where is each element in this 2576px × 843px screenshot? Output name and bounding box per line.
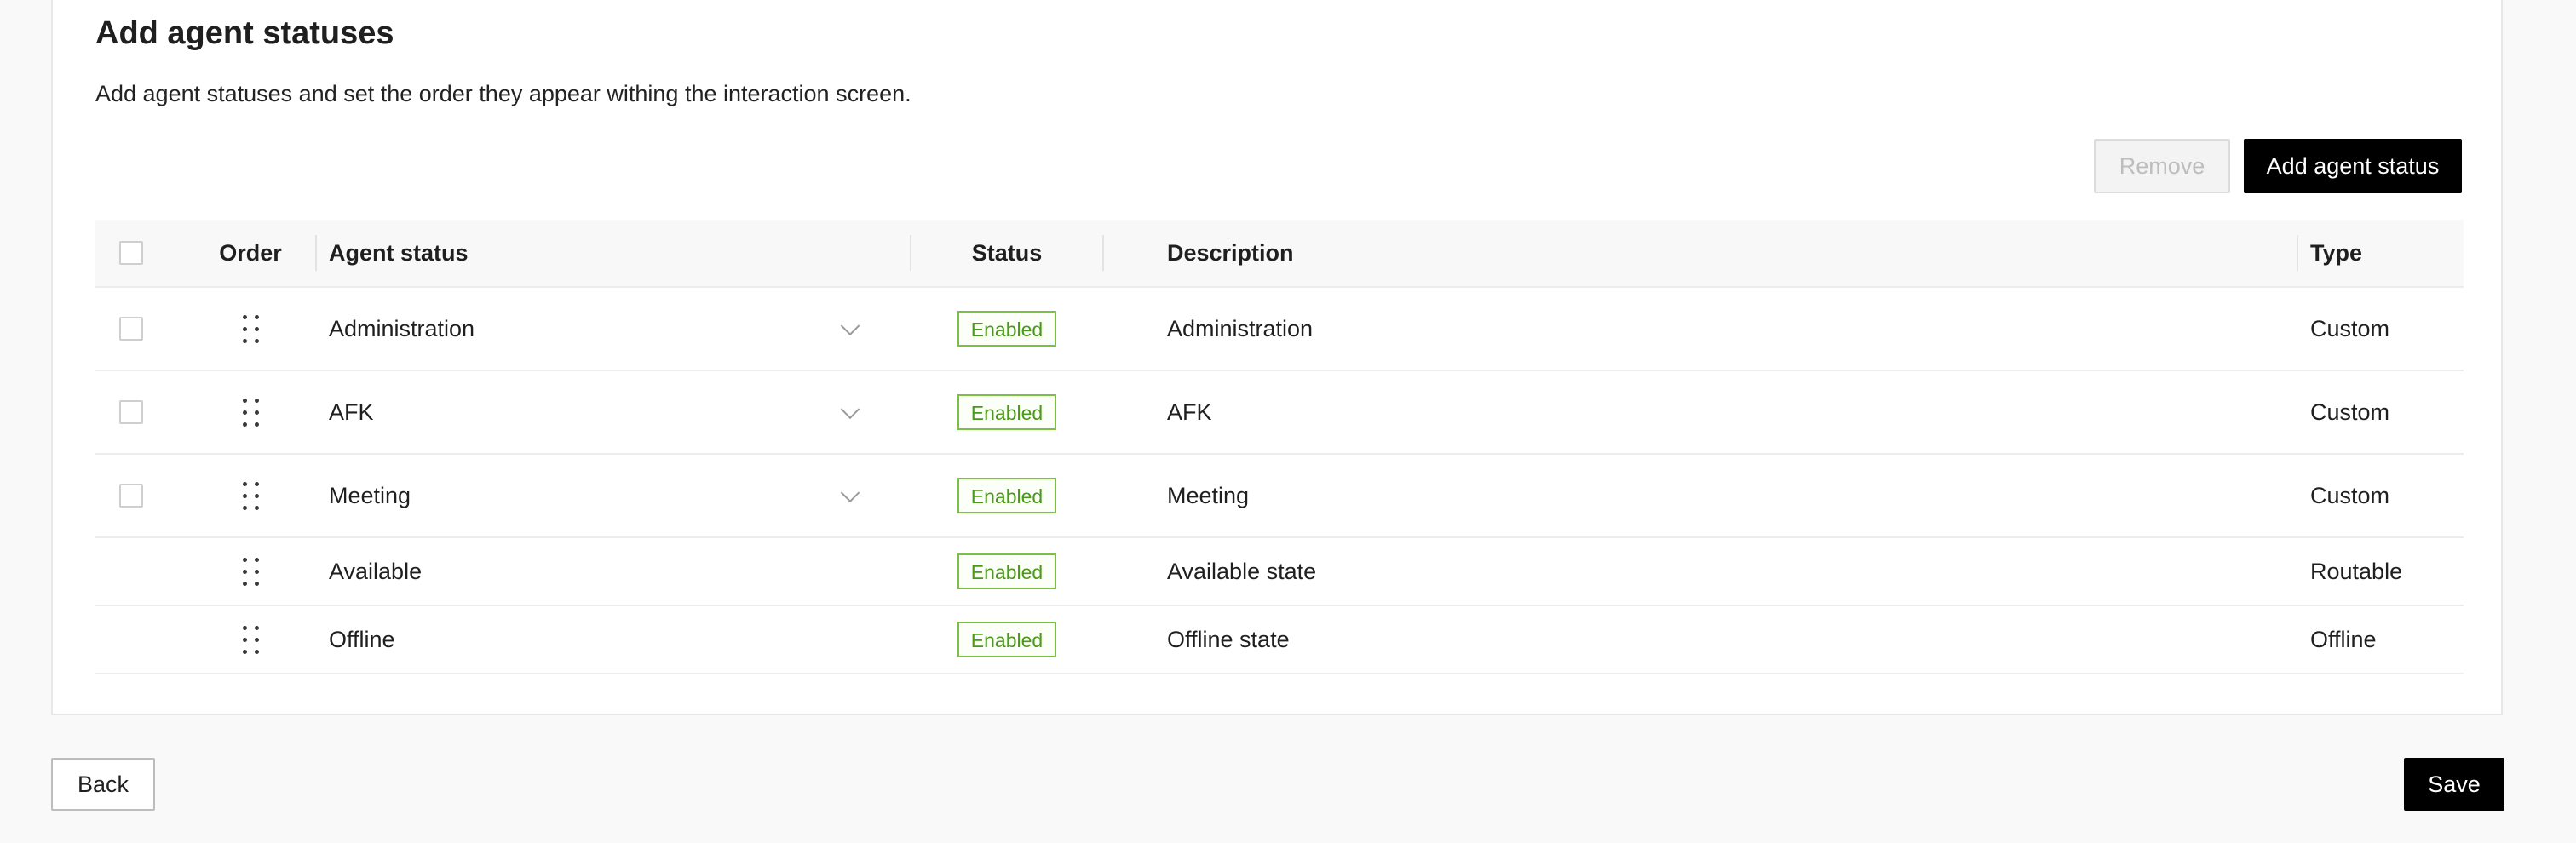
column-separator: [910, 235, 911, 271]
agent-status-name: Available: [329, 558, 423, 584]
agent-status-select[interactable]: Administration: [329, 288, 857, 370]
drag-handle-icon[interactable]: [240, 314, 261, 343]
order-cell: [204, 455, 296, 536]
agent-status-select[interactable]: Meeting: [329, 455, 857, 536]
type-cell: Custom: [2310, 482, 2390, 508]
order-cell: [204, 538, 296, 605]
drag-handle-icon[interactable]: [240, 398, 261, 427]
status-badge: Enabled: [957, 394, 1057, 430]
table-row[interactable]: Available Enabled Available state Routab…: [95, 538, 2464, 606]
row-checkbox[interactable]: [119, 400, 143, 424]
type-cell: Routable: [2310, 558, 2403, 584]
column-separator: [1102, 235, 1104, 271]
agent-status-value: Meeting: [329, 482, 411, 508]
back-button[interactable]: Back: [51, 758, 155, 811]
type-cell: Offline: [2310, 626, 2377, 652]
order-cell: [204, 371, 296, 453]
column-header-type[interactable]: Type: [2310, 220, 2455, 286]
type-cell: Custom: [2310, 399, 2390, 425]
description-cell: Administration: [1167, 315, 1314, 341]
type-cell: Custom: [2310, 315, 2390, 341]
row-select-cell: [119, 455, 153, 536]
column-header-status[interactable]: Status: [913, 220, 1101, 286]
column-header-agent-status[interactable]: Agent status: [329, 220, 857, 286]
status-badge: Enabled: [957, 311, 1057, 347]
table-row[interactable]: Administration Enabled Administration Cu…: [95, 288, 2464, 371]
status-badge: Enabled: [957, 553, 1057, 589]
table-header: Order Agent status Status Description Ty…: [95, 220, 2464, 288]
agent-status-select[interactable]: AFK: [329, 371, 857, 453]
page-description: Add agent statuses and set the order the…: [95, 81, 911, 106]
status-cell: Enabled: [913, 606, 1101, 673]
status-badge: Enabled: [957, 478, 1057, 513]
agent-statuses-card: Add agent statuses Add agent statuses an…: [51, 0, 2503, 715]
column-separator: [2297, 235, 2298, 271]
table-row[interactable]: Meeting Enabled Meeting Custom: [95, 455, 2464, 538]
row-select-cell: [119, 288, 153, 370]
column-header-order[interactable]: Order: [204, 220, 296, 286]
drag-handle-icon[interactable]: [240, 625, 261, 654]
add-agent-status-button[interactable]: Add agent status: [2244, 139, 2462, 193]
agent-status-value: Administration: [329, 315, 475, 341]
column-header-description[interactable]: Description: [1167, 220, 2360, 286]
row-checkbox[interactable]: [119, 484, 143, 508]
page-title: Add agent statuses: [95, 15, 394, 51]
status-cell: Enabled: [913, 288, 1101, 370]
drag-handle-icon[interactable]: [240, 481, 261, 510]
row-select-cell: [119, 371, 153, 453]
select-all-cell: [119, 220, 153, 286]
drag-handle-icon[interactable]: [240, 557, 261, 586]
agent-status-value: AFK: [329, 399, 374, 425]
status-cell: Enabled: [913, 371, 1101, 453]
status-cell: Enabled: [913, 538, 1101, 605]
agent-status-table: Order Agent status Status Description Ty…: [95, 220, 2464, 674]
column-separator: [315, 235, 317, 271]
description-cell: Offline state: [1167, 626, 1290, 652]
description-cell: AFK: [1167, 399, 1212, 425]
row-checkbox[interactable]: [119, 317, 143, 341]
description-cell: Available state: [1167, 558, 1317, 584]
status-cell: Enabled: [913, 455, 1101, 536]
status-badge: Enabled: [957, 622, 1057, 657]
order-cell: [204, 288, 296, 370]
description-cell: Meeting: [1167, 482, 1250, 508]
save-button[interactable]: Save: [2404, 758, 2504, 811]
remove-button[interactable]: Remove: [2094, 139, 2230, 193]
select-all-checkbox[interactable]: [119, 241, 143, 265]
table-row[interactable]: AFK Enabled AFK Custom: [95, 371, 2464, 455]
order-cell: [204, 606, 296, 673]
agent-status-name: Offline: [329, 626, 395, 652]
table-row[interactable]: Offline Enabled Offline state Offline: [95, 606, 2464, 674]
